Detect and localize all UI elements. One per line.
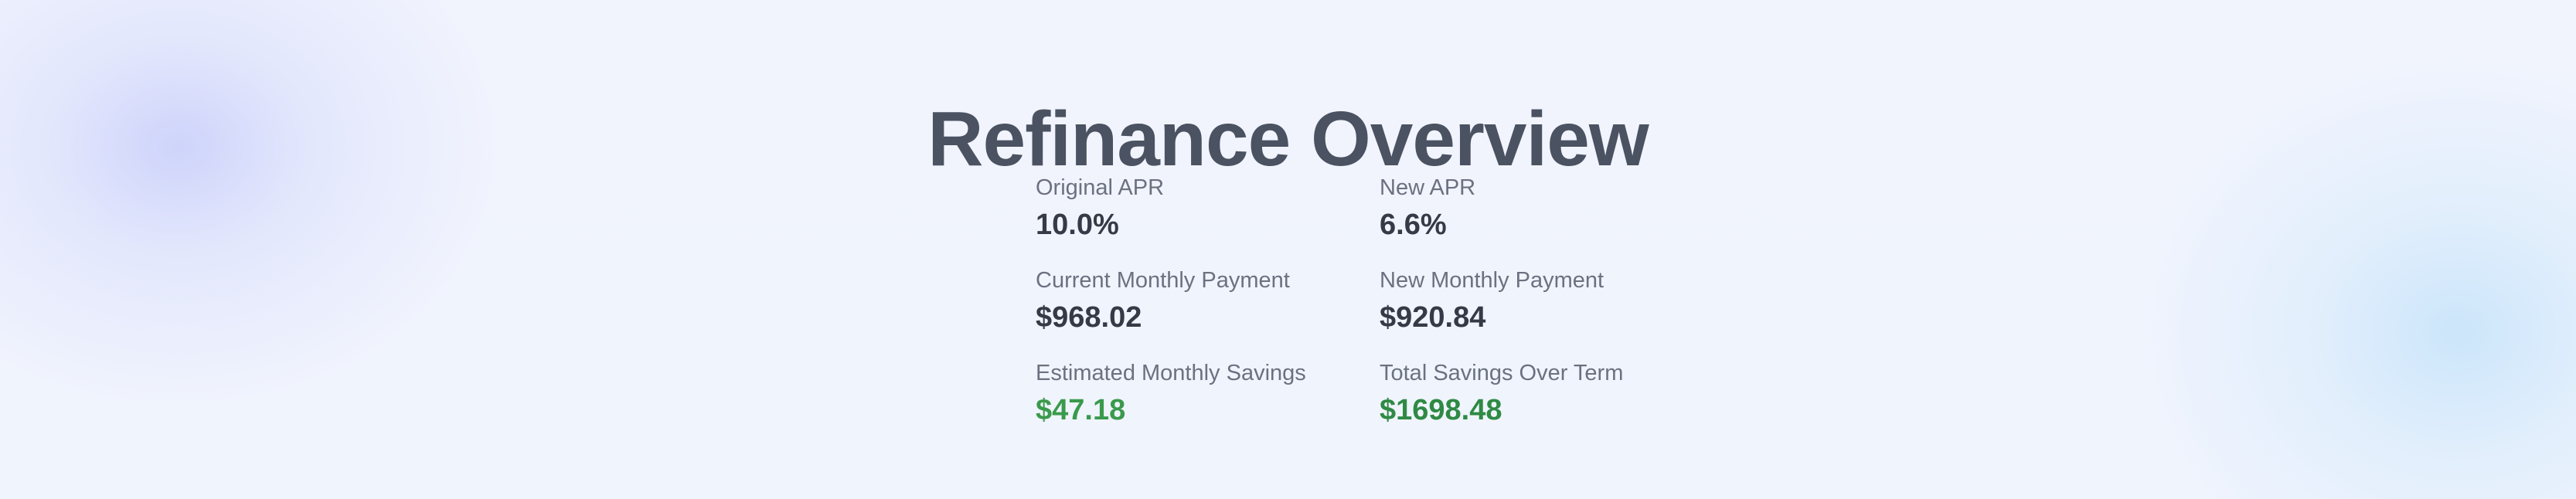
stat-value: 10.0%	[1036, 208, 1119, 241]
stat-label: New Monthly Payment	[1380, 268, 1604, 293]
stat-value: $968.02	[1036, 300, 1142, 334]
stat-value-total-savings: $1698.48	[1380, 393, 1502, 426]
stat-current-monthly-payment: Current Monthly Payment $968.02	[1036, 267, 1380, 360]
stat-value-savings: $47.18	[1036, 393, 1126, 426]
stat-new-monthly-payment: New Monthly Payment $920.84	[1380, 267, 1724, 360]
stat-label: Total Savings Over Term	[1380, 361, 1624, 385]
stat-label: Estimated Monthly Savings	[1036, 361, 1306, 385]
stat-value: 6.6%	[1380, 208, 1447, 241]
stat-total-savings-over-term: Total Savings Over Term $1698.48	[1380, 360, 1724, 453]
stat-label: Current Monthly Payment	[1036, 268, 1290, 293]
stats-grid: Original APR 10.0% New APR 6.6% Current …	[1036, 175, 1724, 453]
refinance-overview-panel: Refinance Overview Original APR 10.0% Ne…	[0, 0, 2576, 499]
stat-new-apr: New APR 6.6%	[1380, 175, 1724, 267]
page-title: Refinance Overview	[927, 96, 1649, 182]
stat-label: Original APR	[1036, 175, 1165, 200]
stat-label: New APR	[1380, 175, 1476, 200]
stat-original-apr: Original APR 10.0%	[1036, 175, 1380, 267]
stat-value: $920.84	[1380, 300, 1486, 334]
stat-estimated-monthly-savings: Estimated Monthly Savings $47.18	[1036, 360, 1380, 453]
